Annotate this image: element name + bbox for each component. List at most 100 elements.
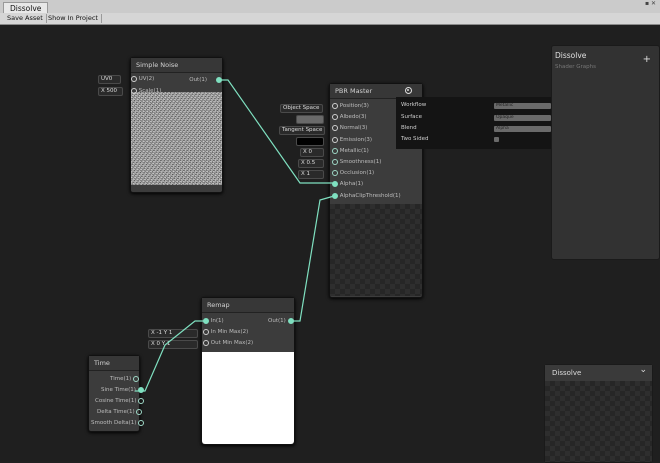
cosine-time-output-port[interactable]: Cosine Time(1) — [95, 396, 145, 406]
add-property-button[interactable]: + — [643, 54, 651, 65]
out-min-max-field[interactable]: X 0 Y 1 — [148, 340, 198, 349]
port-label: Out(1) — [189, 77, 207, 83]
albedo-color-field[interactable] — [296, 115, 324, 124]
port-dot-icon[interactable] — [137, 386, 144, 393]
two-sided-label: Two Sided — [401, 136, 429, 142]
position-port[interactable]: Position(3) — [332, 101, 369, 111]
port-label: Scale(1) — [138, 88, 162, 94]
normal-input-field[interactable]: Tangent Space — [279, 126, 325, 135]
main-preview-panel[interactable]: Dissolve ⌄ — [544, 364, 653, 463]
out-min-max-port[interactable]: Out Min Max(2) — [203, 338, 253, 348]
save-asset-button[interactable]: Save Asset — [4, 14, 47, 23]
alpha-clip-port[interactable]: AlphaClipThreshold(1) — [332, 191, 401, 201]
port-dot-icon[interactable] — [203, 339, 209, 346]
port-label: Smoothness(1) — [339, 159, 382, 165]
emission-color-field[interactable] — [296, 137, 324, 146]
show-in-project-button[interactable]: Show In Project — [45, 14, 102, 23]
port-dot-icon[interactable] — [216, 77, 222, 83]
port-label: Out(1) — [268, 318, 286, 324]
port-label: AlphaClipThreshold(1) — [339, 193, 401, 199]
port-dot-icon[interactable] — [332, 158, 338, 165]
port-label: Out Min Max(2) — [210, 340, 254, 346]
port-label: Time(1) — [110, 376, 132, 382]
gear-icon[interactable] — [405, 87, 412, 94]
port-dot-icon[interactable] — [332, 192, 338, 199]
preview-header: Dissolve ⌄ — [545, 365, 652, 381]
port-label: Cosine Time(1) — [95, 398, 137, 404]
master-preview — [330, 204, 422, 296]
blend-label: Blend — [401, 125, 417, 131]
alpha-port[interactable]: Alpha(1) — [332, 179, 363, 189]
node-title: Remap — [202, 298, 294, 313]
remap-preview — [202, 352, 294, 444]
preview-viewport[interactable] — [545, 381, 652, 462]
port-dot-icon[interactable] — [131, 87, 137, 94]
port-label: UV(2) — [138, 76, 155, 82]
remap-output-port[interactable]: Out(1) — [268, 316, 294, 326]
port-dot-icon[interactable] — [133, 375, 140, 382]
surface-dropdown[interactable]: Opaque — [494, 115, 551, 121]
port-dot-icon[interactable] — [203, 328, 209, 335]
port-label: In(1) — [210, 318, 224, 324]
port-dot-icon[interactable] — [203, 317, 209, 324]
port-label: Delta Time(1) — [97, 409, 135, 415]
chevron-down-icon[interactable]: ⌄ — [639, 365, 647, 375]
in-port[interactable]: In(1) — [203, 316, 224, 326]
uv-input-field[interactable]: UV0 — [98, 75, 121, 84]
node-title: Time — [89, 356, 139, 371]
port-dot-icon[interactable] — [332, 124, 338, 131]
sine-time-output-port[interactable]: Sine Time(1) — [101, 385, 144, 395]
smoothness-input-field[interactable]: X 0.5 — [298, 159, 324, 168]
port-dot-icon[interactable] — [332, 180, 338, 187]
port-label: Sine Time(1) — [101, 387, 136, 393]
metallic-port[interactable]: Metallic(1) — [332, 146, 369, 156]
port-dot-icon[interactable] — [131, 75, 137, 82]
preview-title: Dissolve — [552, 369, 582, 377]
time-output-port[interactable]: Time(1) — [110, 374, 140, 384]
port-dot-icon[interactable] — [138, 419, 145, 426]
position-input-field[interactable]: Object Space — [280, 104, 323, 113]
blackboard-title: Dissolve — [555, 51, 587, 60]
smoothness-port[interactable]: Smoothness(1) — [332, 157, 381, 167]
scale-port[interactable]: Scale(1) — [131, 86, 161, 96]
window-controls[interactable]: ▪ ✕ — [645, 1, 656, 7]
scale-input-field[interactable]: X 500 — [98, 87, 123, 96]
port-label: In Min Max(2) — [210, 329, 249, 335]
normal-port[interactable]: Normal(3) — [332, 123, 367, 133]
port-label: Albedo(3) — [339, 114, 367, 120]
surface-label: Surface — [401, 114, 422, 120]
blackboard-subtitle: Shader Graphs — [555, 64, 596, 70]
noise-preview — [131, 92, 222, 185]
emission-port[interactable]: Emission(3) — [332, 135, 372, 145]
port-label: Alpha(1) — [339, 181, 364, 187]
node-title: Simple Noise — [131, 58, 222, 73]
blackboard-panel[interactable]: Dissolve Shader Graphs + — [551, 45, 660, 260]
occlusion-input-field[interactable]: X 1 — [298, 170, 324, 179]
in-min-max-port[interactable]: In Min Max(2) — [203, 327, 248, 337]
port-dot-icon[interactable] — [136, 408, 143, 415]
albedo-port[interactable]: Albedo(3) — [332, 112, 367, 122]
port-dot-icon[interactable] — [332, 102, 338, 109]
port-label: Position(3) — [339, 103, 369, 109]
smooth-delta-output-port[interactable]: Smooth Delta(1) — [91, 418, 145, 428]
port-label: Smooth Delta(1) — [91, 420, 137, 426]
toolbar: Save Asset Show In Project — [0, 13, 660, 25]
port-label: Emission(3) — [339, 137, 373, 143]
metallic-input-field[interactable]: X 0 — [300, 148, 324, 157]
master-settings-panel: Workflow Metallic Surface Opaque Blend A… — [396, 97, 552, 149]
in-min-max-field[interactable]: X -1 Y 1 — [148, 329, 198, 338]
two-sided-checkbox[interactable] — [494, 137, 499, 142]
port-dot-icon[interactable] — [138, 397, 145, 404]
blend-dropdown[interactable]: Alpha — [494, 126, 551, 132]
uv-port[interactable]: UV(2) — [131, 74, 154, 84]
port-label: Normal(3) — [339, 125, 368, 131]
port-dot-icon[interactable] — [332, 113, 338, 120]
delta-time-output-port[interactable]: Delta Time(1) — [97, 407, 143, 417]
port-dot-icon[interactable] — [332, 169, 338, 176]
workflow-dropdown[interactable]: Metallic — [494, 103, 551, 109]
port-dot-icon[interactable] — [332, 136, 338, 143]
port-dot-icon[interactable] — [287, 317, 294, 324]
port-dot-icon[interactable] — [332, 147, 338, 154]
occlusion-port[interactable]: Occlusion(1) — [332, 168, 374, 178]
workflow-label: Workflow — [401, 102, 427, 108]
